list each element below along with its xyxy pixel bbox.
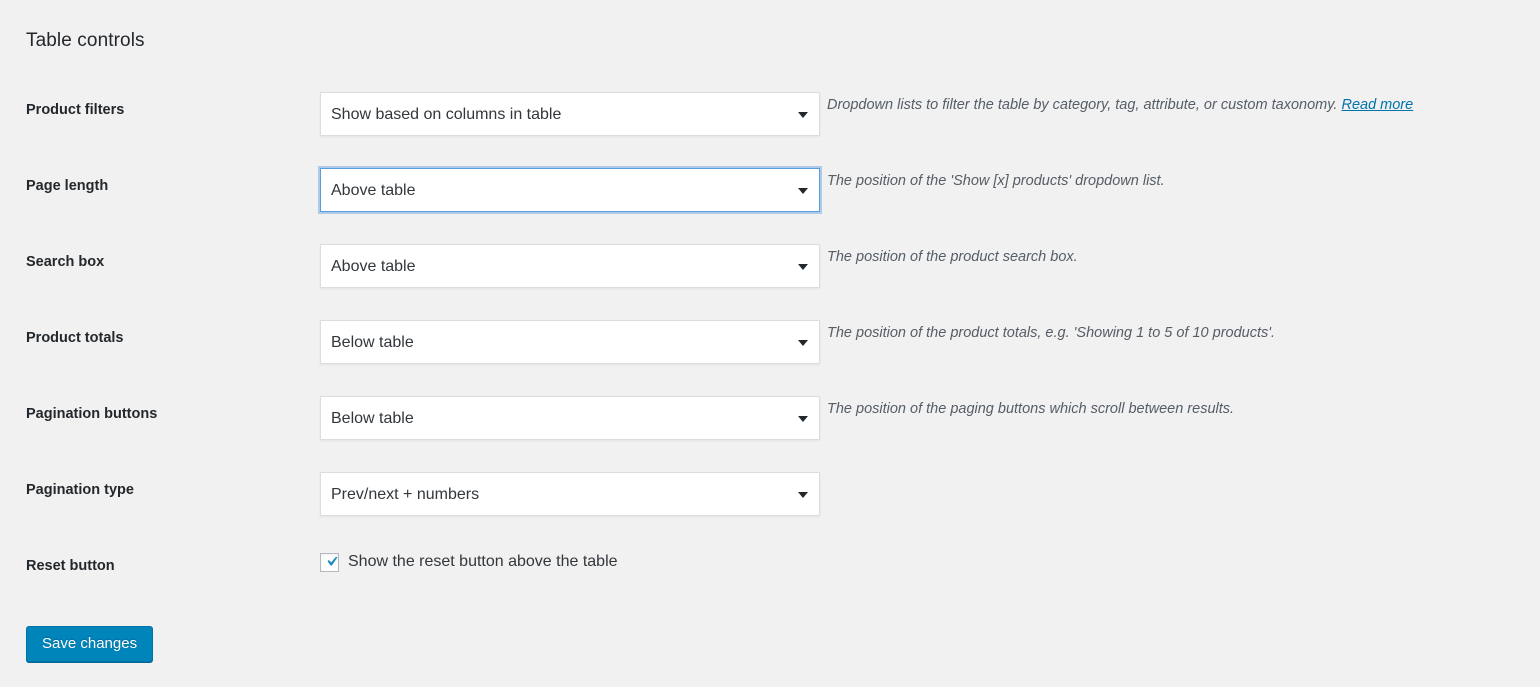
- settings-row: Reset button Show the reset button above …: [26, 541, 1516, 617]
- dropdown-pagination-type[interactable]: Prev/next + numbers: [320, 472, 820, 516]
- field-wrap: Above table The position of the product s…: [320, 237, 1516, 288]
- save-changes-button[interactable]: Save changes: [26, 626, 154, 662]
- field-description: The position of the 'Show [x] products' …: [822, 161, 1516, 193]
- field-description: The position of the product totals, e.g.…: [822, 313, 1516, 345]
- settings-form-table: Product filters Show based on columns in …: [26, 85, 1516, 617]
- dropdown-search-box[interactable]: Above table: [320, 244, 820, 288]
- row-control-cell: Above table The position of the product s…: [320, 237, 1516, 313]
- page-title: Table controls: [26, 30, 145, 51]
- chevron-down-icon: [798, 264, 808, 270]
- field-wrap: Prev/next + numbers: [320, 465, 1516, 516]
- chevron-down-icon: [798, 416, 808, 422]
- field-wrap: Below table The position of the product t…: [320, 313, 1516, 364]
- row-control-cell: Show based on columns in table Dropdown l…: [320, 85, 1516, 161]
- settings-rows: Product filters Show based on columns in …: [26, 85, 1516, 617]
- dropdown-selected-value: Show based on columns in table: [331, 106, 562, 123]
- description-text: Dropdown lists to filter the table by ca…: [827, 97, 1338, 113]
- field-description: The position of the product search box.: [822, 237, 1516, 269]
- read-more-link[interactable]: Read more: [1341, 97, 1413, 113]
- table-controls-settings-page: Table controls Product filters Show based…: [0, 0, 1540, 687]
- settings-row: Product filters Show based on columns in …: [26, 85, 1516, 161]
- dropdown-selected-value: Above table: [331, 182, 416, 199]
- row-label: Reset button: [26, 558, 115, 574]
- description-text: The position of the product totals, e.g.…: [827, 325, 1276, 341]
- select-slot: Below table: [320, 389, 822, 440]
- field-description: Dropdown lists to filter the table by ca…: [822, 85, 1516, 117]
- chevron-down-icon: [798, 340, 808, 346]
- settings-row: Page length Above table The position of th…: [26, 161, 1516, 237]
- select-slot: Prev/next + numbers: [320, 465, 822, 516]
- settings-row: Pagination buttons Below table The positio…: [26, 389, 1516, 465]
- field-wrap: Show the reset button above the table: [320, 541, 1516, 572]
- dropdown-selected-value: Prev/next + numbers: [331, 486, 480, 503]
- field-wrap: Below table The position of the paging bu…: [320, 389, 1516, 440]
- dropdown-selected-value: Below table: [331, 410, 414, 427]
- settings-row: Pagination type Prev/next + numbers: [26, 465, 1516, 541]
- row-label: Product totals: [26, 330, 124, 346]
- row-label: Product filters: [26, 102, 125, 118]
- row-control-cell: Below table The position of the paging bu…: [320, 389, 1516, 465]
- dropdown-pagination-buttons[interactable]: Below table: [320, 396, 820, 440]
- chevron-down-icon: [798, 112, 808, 118]
- field-wrap: Show based on columns in table Dropdown l…: [320, 85, 1516, 136]
- description-text: The position of the product search box.: [827, 249, 1078, 265]
- dropdown-selected-value: Below table: [331, 334, 414, 351]
- description-text: The position of the 'Show [x] products' …: [827, 173, 1165, 189]
- row-control-cell: Show the reset button above the table: [320, 541, 1516, 617]
- chevron-down-icon: [798, 188, 808, 194]
- dropdown-page-length[interactable]: Above table: [320, 168, 820, 212]
- row-label: Page length: [26, 178, 109, 194]
- row-label: Pagination buttons: [26, 406, 158, 422]
- description-text: The position of the paging buttons which…: [827, 401, 1235, 417]
- checkbox-label[interactable]: Show the reset button above the table: [348, 552, 618, 572]
- row-control-cell: Below table The position of the product t…: [320, 313, 1516, 389]
- field-description: The position of the paging buttons which…: [822, 389, 1516, 421]
- checkbox-slot: Show the reset button above the table: [320, 541, 618, 572]
- select-slot: Above table: [320, 237, 822, 288]
- row-label: Search box: [26, 254, 105, 270]
- field-wrap: Above table The position of the 'Show [x]…: [320, 161, 1516, 212]
- settings-row: Product totals Below table The position of…: [26, 313, 1516, 389]
- select-slot: Above table: [320, 161, 822, 212]
- row-control-cell: Above table The position of the 'Show [x]…: [320, 161, 1516, 237]
- settings-row: Search box Above table The position of the…: [26, 237, 1516, 313]
- row-label: Pagination type: [26, 482, 134, 498]
- row-control-cell: Prev/next + numbers: [320, 465, 1516, 541]
- chevron-down-icon: [798, 492, 808, 498]
- dropdown-selected-value: Above table: [331, 258, 416, 275]
- dropdown-product-totals[interactable]: Below table: [320, 320, 820, 364]
- select-slot: Show based on columns in table: [320, 85, 822, 136]
- reset-button-checkbox[interactable]: [320, 552, 339, 572]
- dropdown-product-filters[interactable]: Show based on columns in table: [320, 92, 820, 136]
- select-slot: Below table: [320, 313, 822, 364]
